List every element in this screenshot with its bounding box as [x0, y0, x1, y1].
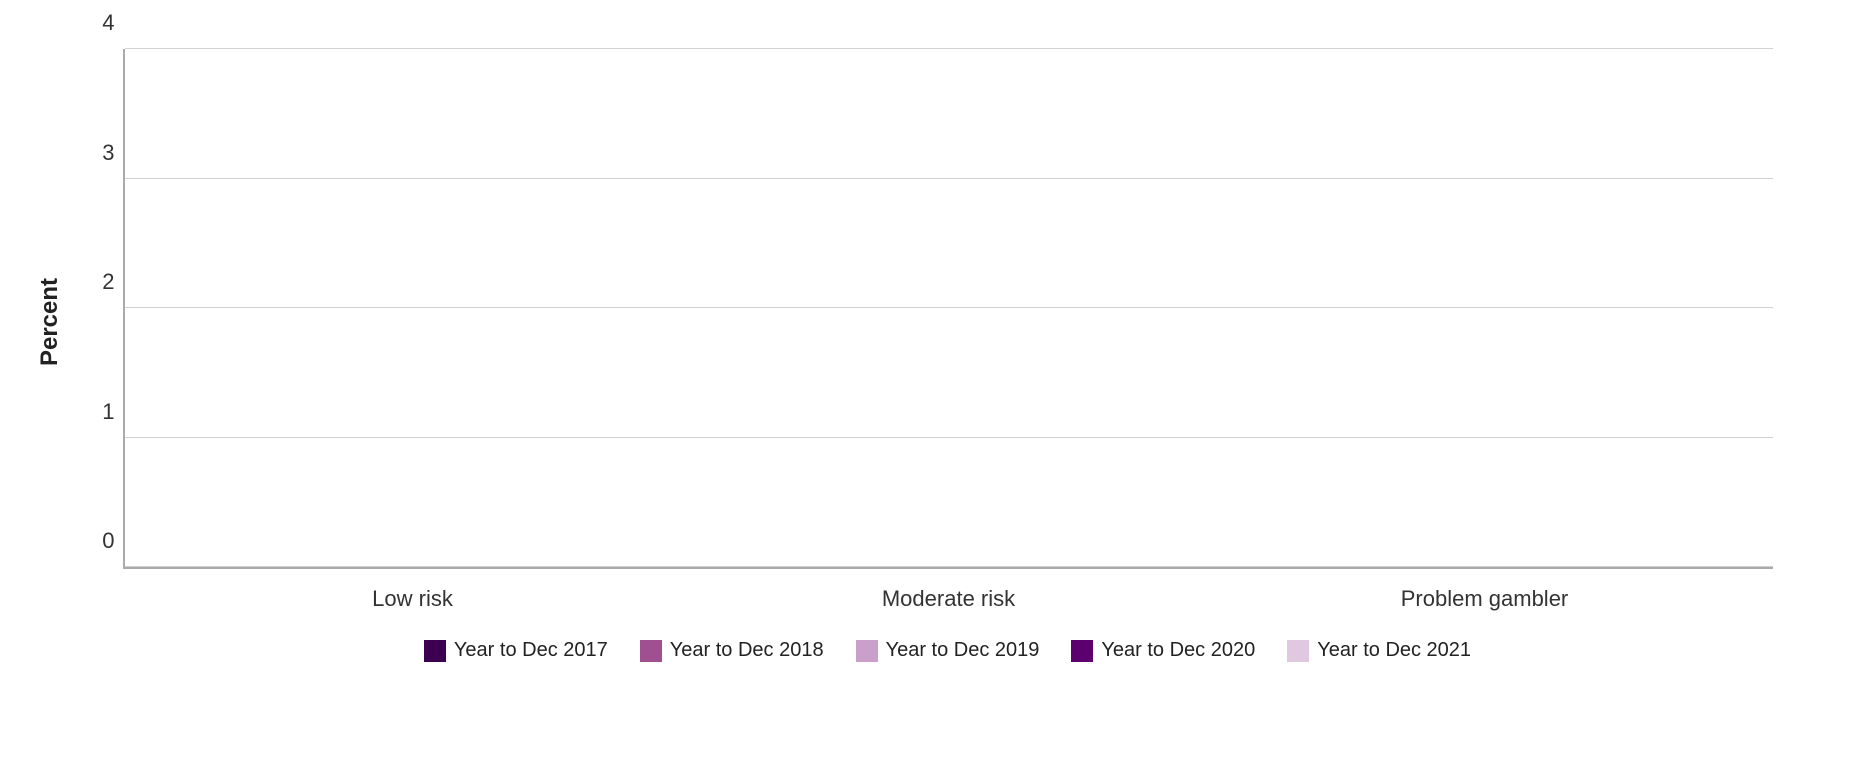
y-axis-label: 0 — [75, 528, 115, 554]
legend-swatch — [640, 640, 662, 662]
legend-label: Year to Dec 2020 — [1101, 639, 1255, 662]
y-axis-label: 3 — [75, 140, 115, 166]
bars-wrapper: Low riskModerate riskProblem gambler — [125, 49, 1773, 567]
legend-label: Year to Dec 2017 — [454, 639, 608, 662]
group-label: Problem gambler — [1401, 586, 1569, 612]
legend-swatch — [424, 640, 446, 662]
legend-item: Year to Dec 2021 — [1287, 639, 1471, 662]
legend-swatch — [856, 640, 878, 662]
chart-container: 01234 Low riskModerate riskProblem gambl… — [33, 19, 1833, 739]
legend-label: Year to Dec 2021 — [1317, 639, 1471, 662]
y-axis-label: 1 — [75, 399, 115, 425]
y-axis-label: 2 — [75, 269, 115, 295]
chart-area: 01234 Low riskModerate riskProblem gambl… — [123, 49, 1773, 569]
y-axis-title: Percent — [36, 278, 64, 366]
legend-item: Year to Dec 2018 — [640, 639, 824, 662]
legend-item: Year to Dec 2019 — [856, 639, 1040, 662]
legend-label: Year to Dec 2018 — [670, 639, 824, 662]
legend: Year to Dec 2017 Year to Dec 2018 Year to … — [123, 639, 1773, 662]
group-label: Low risk — [372, 586, 453, 612]
y-axis-label: 4 — [75, 10, 115, 36]
legend-swatch — [1287, 640, 1309, 662]
legend-item: Year to Dec 2017 — [424, 639, 608, 662]
group-label: Moderate risk — [882, 586, 1015, 612]
legend-item: Year to Dec 2020 — [1071, 639, 1255, 662]
legend-swatch — [1071, 640, 1093, 662]
legend-label: Year to Dec 2019 — [886, 639, 1040, 662]
